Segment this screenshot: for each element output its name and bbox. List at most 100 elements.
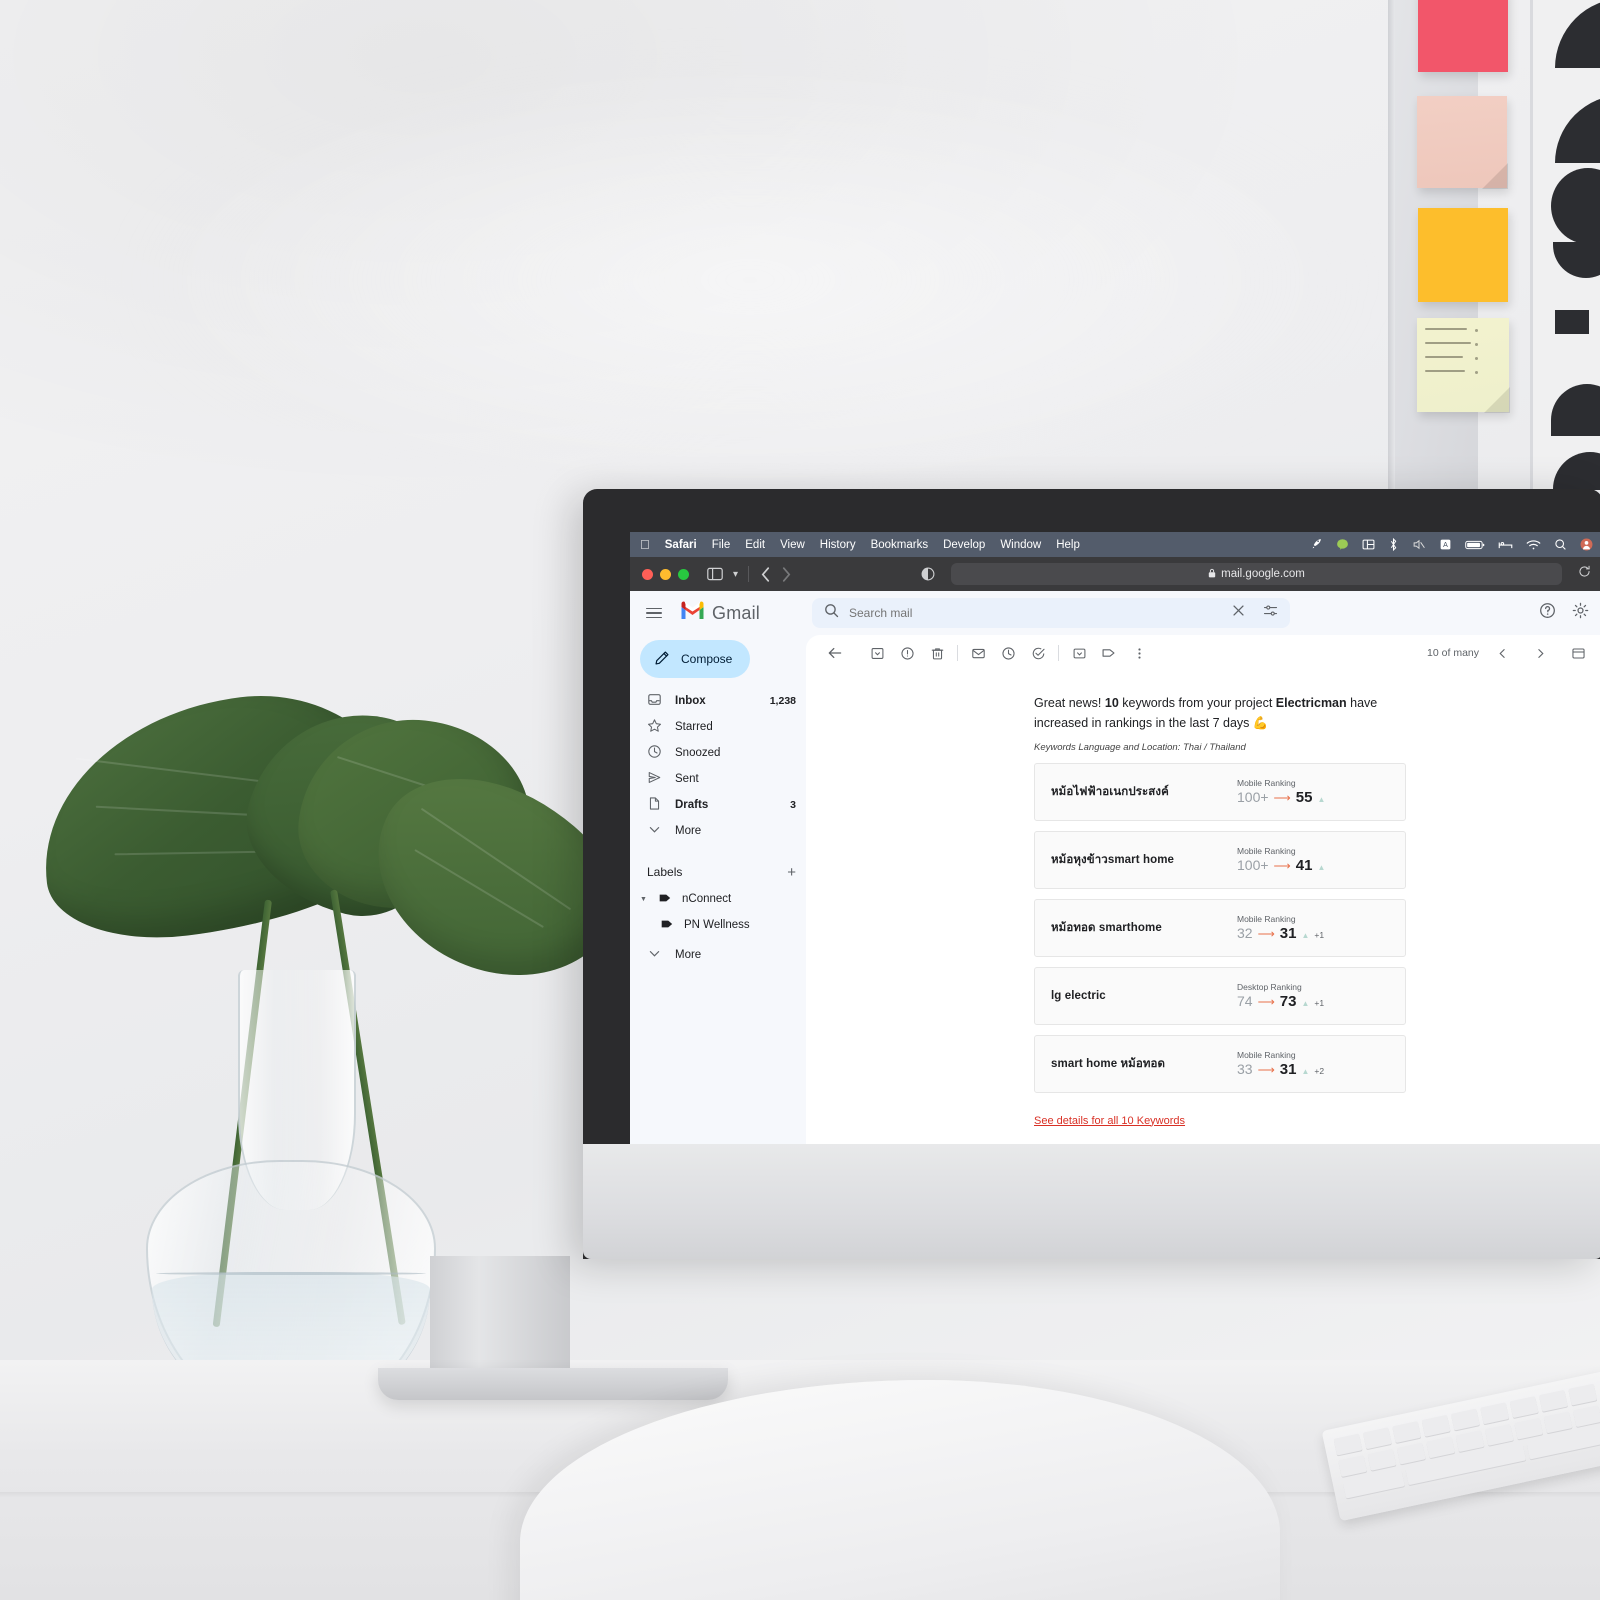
input-source-a-icon[interactable]: A (1439, 538, 1452, 551)
send-icon (647, 770, 662, 788)
keyword-name: lg electric (1051, 989, 1106, 1002)
more-options-icon[interactable] (1124, 638, 1154, 668)
svg-text:A: A (1443, 542, 1448, 549)
gmail-brand-label: Gmail (712, 602, 761, 623)
menubar-item-develop[interactable]: Develop (943, 539, 985, 551)
apple-logo-icon[interactable]:  (640, 538, 650, 551)
menubar-item-history[interactable]: History (820, 539, 856, 551)
wall-highlight (120, 60, 1380, 500)
imac-display:  Safari File Edit View History Bookmark… (583, 489, 1600, 1259)
chevron-right-icon[interactable] (1525, 638, 1555, 668)
sidebar-item-sent[interactable]: Sent (634, 766, 806, 792)
sound-muted-icon[interactable] (1412, 538, 1426, 551)
wifi-icon[interactable] (1526, 539, 1541, 551)
menubar-item-safari[interactable]: Safari (665, 539, 697, 551)
ranking-from: 100+ (1237, 788, 1269, 805)
ranking-from: 32 (1237, 924, 1253, 941)
sidebar-item-more[interactable]: More (634, 818, 806, 844)
compose-label: Compose (681, 652, 733, 666)
wall-board-edge (1388, 0, 1395, 490)
keyword-ranking: Mobile Ranking 32 ⟶ 31 ▲ +1 (1237, 914, 1387, 942)
gmail-brand[interactable]: Gmail (680, 601, 798, 625)
sidebar-label-pn-wellness[interactable]: PN Wellness (634, 912, 806, 938)
lede-project-name: Electricman (1275, 696, 1347, 710)
mark-unread-envelope-icon[interactable] (963, 638, 993, 668)
back-arrow-icon[interactable] (761, 566, 770, 582)
hamburger-menu-icon[interactable] (642, 604, 666, 623)
keyword-card[interactable]: lg electric Desktop Ranking 74 ⟶ 73 ▲ +1 (1034, 966, 1406, 1025)
menubar-item-bookmarks[interactable]: Bookmarks (871, 539, 929, 551)
user-account-icon[interactable] (1580, 538, 1593, 551)
archive-icon[interactable] (862, 638, 892, 668)
keyword-card[interactable]: หม้อไฟฟ้าอเนกประสงค์ Mobile Ranking 100+… (1034, 762, 1406, 821)
menubar-item-edit[interactable]: Edit (745, 539, 765, 551)
gear-icon[interactable] (1572, 602, 1589, 624)
close-button[interactable] (642, 568, 653, 580)
keyword-ranking: Mobile Ranking 100+ ⟶ 41 ▲ (1237, 846, 1387, 874)
search-input[interactable] (849, 606, 1222, 620)
reload-icon[interactable] (1578, 565, 1591, 583)
close-x-icon[interactable] (1232, 604, 1245, 622)
cream-sticky-note (1417, 318, 1510, 413)
sidebar-item-inbox[interactable]: Inbox 1,238 (634, 688, 806, 714)
lede-pre: Great news! (1034, 696, 1105, 710)
keyword-card[interactable]: smart home หม้อทอด Mobile Ranking 33 ⟶ 3… (1034, 1034, 1406, 1093)
menubar-tray: A (1310, 538, 1593, 551)
address-bar[interactable]: mail.google.com (951, 563, 1562, 585)
menubar-item-file[interactable]: File (712, 539, 731, 551)
keyword-name: หม้อไฟฟ้าอเนกประสงค์ (1051, 785, 1169, 798)
reader-contrast-icon[interactable] (921, 567, 935, 581)
display-density-icon[interactable] (1563, 638, 1593, 668)
chevron-left-icon[interactable] (1487, 638, 1517, 668)
zoom-button[interactable] (678, 568, 689, 580)
gmail-body: Compose Inbox 1,238 Starred Snoozed Sent… (630, 635, 1600, 1144)
imac-stand-foot (378, 1368, 728, 1400)
label-tag-icon[interactable] (1094, 638, 1124, 668)
window-tile-icon[interactable] (1362, 538, 1375, 551)
sidebar-label-text: PN Wellness (684, 919, 750, 931)
search-bar[interactable] (812, 598, 1290, 628)
trend-up-triangle-icon: ▲ (1317, 862, 1326, 872)
delete-trash-icon[interactable] (922, 638, 952, 668)
menubar-item-view[interactable]: View (780, 539, 805, 551)
message-pagination: 10 of many (1427, 638, 1593, 668)
search-options-icon[interactable] (1263, 603, 1278, 623)
bluetooth-icon[interactable] (1388, 538, 1399, 551)
compose-button[interactable]: Compose (640, 640, 751, 678)
sidebar-item-snoozed[interactable]: Snoozed (634, 740, 806, 766)
ranking-from: 100+ (1237, 856, 1269, 873)
menubar-item-window[interactable]: Window (1000, 539, 1041, 551)
move-to-icon[interactable] (1064, 638, 1094, 668)
keyword-card[interactable]: หม้อหุงข้าวsmart home Mobile Ranking 100… (1034, 830, 1406, 889)
report-spam-icon[interactable] (892, 638, 922, 668)
sidebar-item-drafts[interactable]: Drafts 3 (634, 792, 806, 818)
sidebar-label-nconnect[interactable]: ▼ nConnect (634, 886, 806, 912)
rocket-icon[interactable] (1310, 538, 1323, 551)
arrow-right-icon: ⟶ (1257, 994, 1275, 1009)
trend-up-triangle-icon: ▲ (1301, 930, 1310, 940)
sidebar-toggle-icon[interactable] (707, 567, 723, 581)
back-arrow-icon[interactable] (820, 638, 850, 668)
spotlight-search-icon[interactable] (1554, 538, 1567, 551)
message-content: Great news! 10 keywords from your projec… (1034, 693, 1406, 1129)
keyword-ranking: Mobile Ranking 33 ⟶ 31 ▲ +2 (1237, 1050, 1387, 1078)
line-app-icon[interactable] (1336, 538, 1349, 551)
help-circle-icon[interactable] (1539, 602, 1556, 624)
sidebar-item-label: Sent (675, 773, 699, 785)
plus-icon[interactable]: + (787, 865, 796, 880)
see-all-keywords-link[interactable]: See details for all 10 Keywords (1034, 1115, 1185, 1127)
sidebar-item-starred[interactable]: Starred (634, 714, 806, 740)
expand-caret-icon[interactable]: ▼ (640, 896, 648, 903)
menubar-item-help[interactable]: Help (1056, 539, 1080, 551)
snooze-clock-icon[interactable] (993, 638, 1023, 668)
battery-icon[interactable] (1465, 539, 1485, 551)
keyword-card[interactable]: หม้อทอด smarthome Mobile Ranking 32 ⟶ 31… (1034, 898, 1406, 957)
inbox-count: 1,238 (769, 695, 796, 707)
drafts-count: 3 (790, 799, 796, 811)
add-to-tasks-icon[interactable] (1023, 638, 1053, 668)
do-not-disturb-bed-icon[interactable] (1498, 539, 1513, 551)
sidebar-labels-more[interactable]: More (634, 942, 806, 968)
chevron-down-icon[interactable]: ▾ (733, 569, 738, 580)
forward-arrow-icon (782, 566, 791, 582)
minimize-button[interactable] (660, 568, 671, 580)
